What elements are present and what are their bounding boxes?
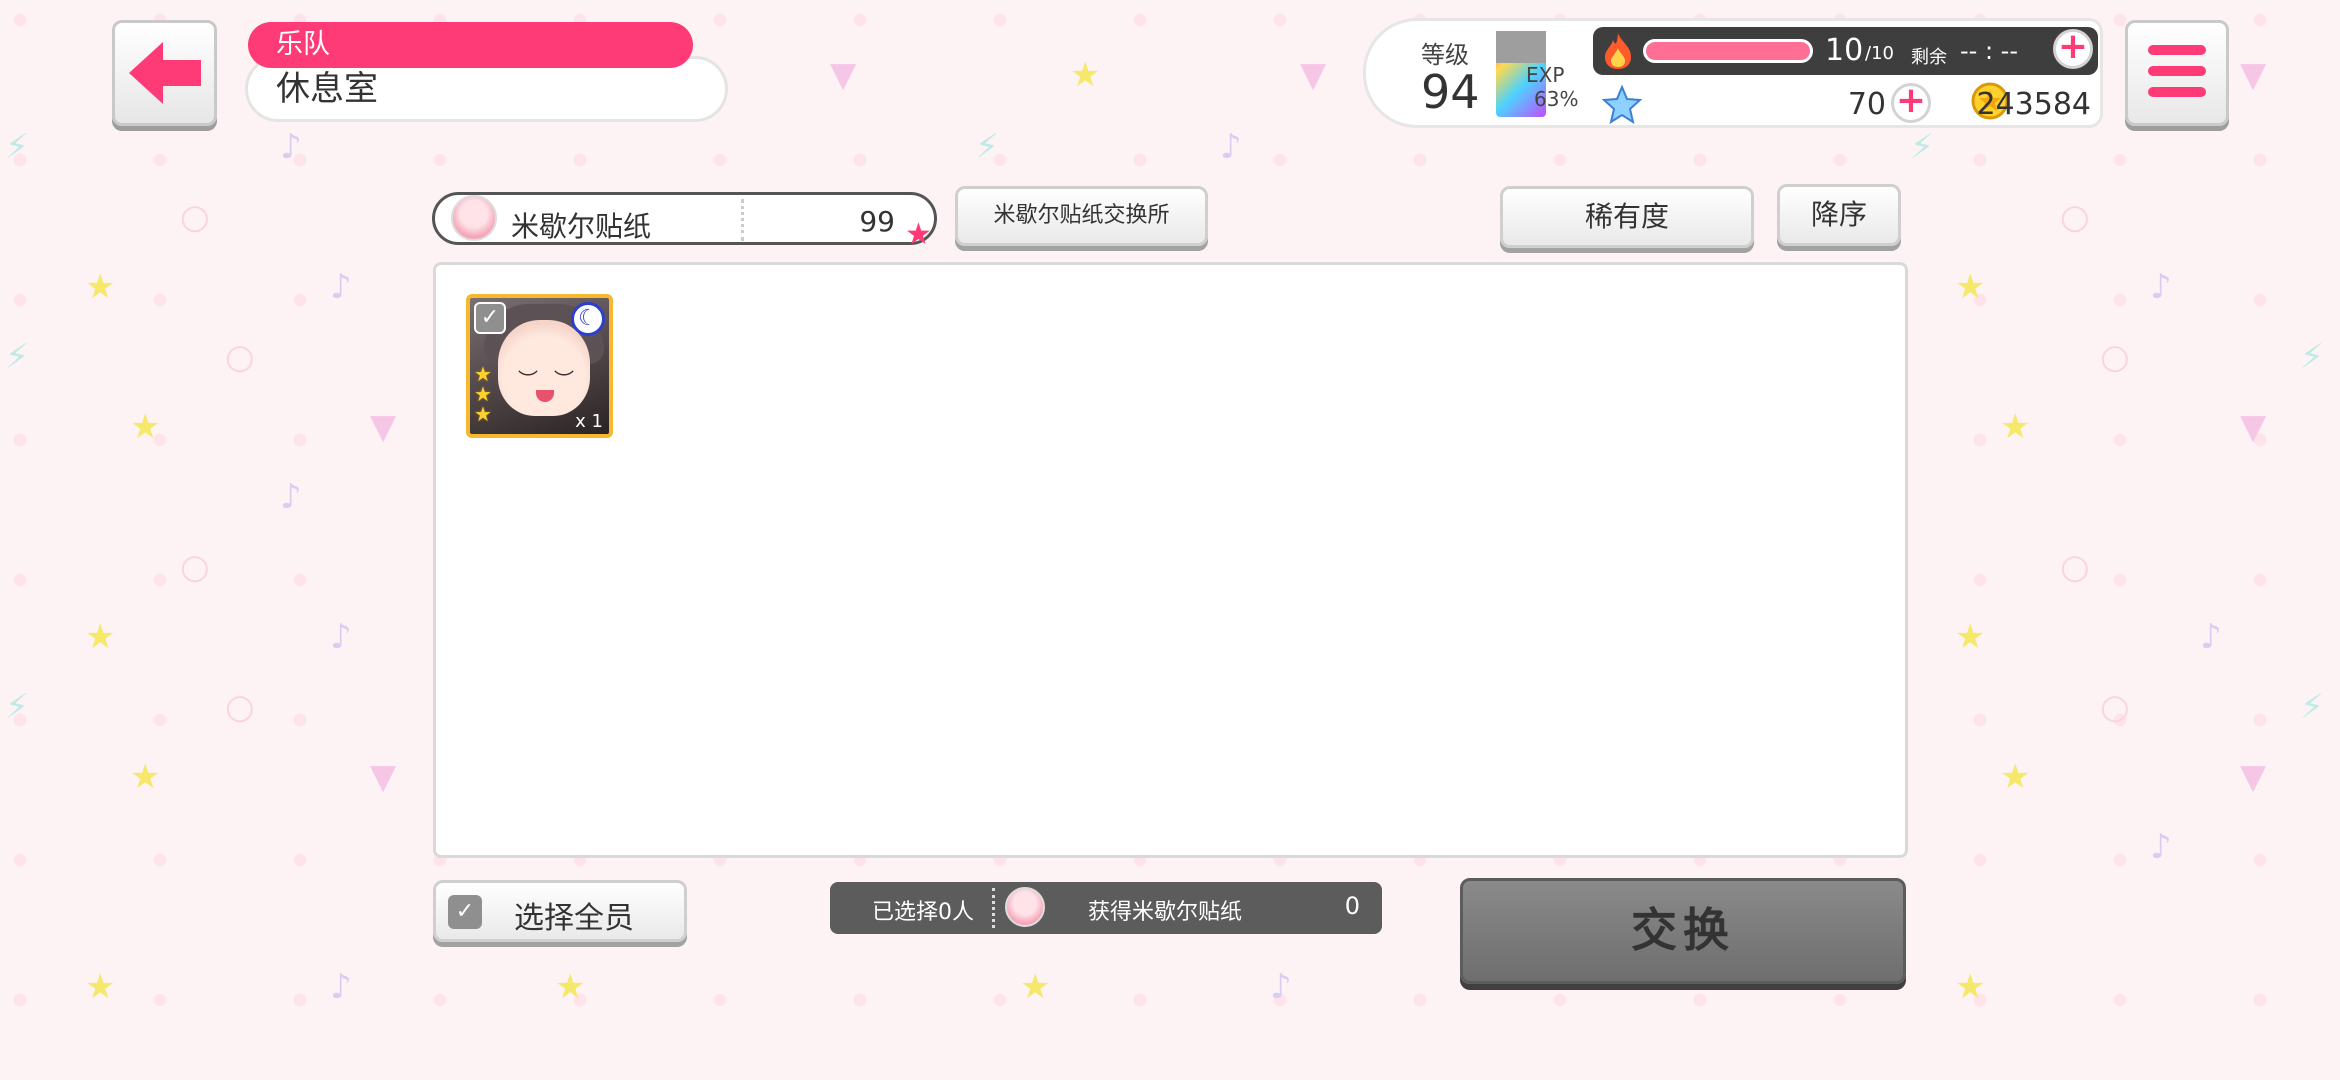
selection-summary: 已选择0人 获得米歇尔贴纸 0	[830, 882, 1382, 934]
bolt-decoration: ⚡	[975, 127, 999, 167]
ring-decoration: ○	[2100, 337, 2130, 377]
star-decoration: ★	[85, 267, 116, 307]
triangle-decoration: ▼	[370, 757, 397, 797]
star-decoration: ★	[85, 967, 116, 1007]
menu-button[interactable]	[2125, 20, 2229, 126]
star-icon: ★	[905, 217, 932, 252]
ring-decoration: ○	[180, 547, 210, 587]
stamina-max: /10	[1865, 43, 1894, 64]
rarity-stars: ★ ★ ★	[474, 362, 492, 426]
star-decoration: ★	[130, 407, 161, 447]
star-decoration: ★	[1955, 267, 1986, 307]
stamina-bar	[1643, 39, 1813, 63]
card-quantity: x 1	[575, 411, 603, 432]
sort-rarity-button[interactable]: 稀有度	[1500, 186, 1754, 248]
player-status-panel: 等级 94 EXP 63% 10 /10 剩余 -- : -- + 70 + 2…	[1363, 18, 2103, 128]
section-label: 乐队	[248, 22, 693, 68]
back-arrow-icon	[128, 42, 201, 104]
member-list-panel: ︶︶ ✓ ☾ ★ ★ ★ x 1	[433, 262, 1908, 858]
note-decoration: ♪	[280, 127, 302, 167]
star-decoration: ★	[2000, 757, 2031, 797]
sticker-count: 99	[859, 205, 895, 238]
note-decoration: ♪	[330, 967, 352, 1007]
sticker-counter: 米歇尔贴纸 99 ★	[432, 192, 937, 252]
ring-decoration: ○	[2060, 547, 2090, 587]
ring-decoration: ○	[2100, 687, 2130, 727]
member-card[interactable]: ︶︶ ✓ ☾ ★ ★ ★ x 1	[466, 294, 613, 438]
star-gem-icon	[1602, 85, 1642, 125]
triangle-decoration: ▼	[2240, 407, 2267, 447]
note-decoration: ♪	[2150, 827, 2172, 867]
stamina-bar-container: 10 /10 剩余 -- : -- +	[1593, 27, 2098, 75]
note-decoration: ♪	[1220, 127, 1242, 167]
note-decoration: ♪	[2200, 617, 2222, 657]
bolt-decoration: ⚡	[2300, 337, 2324, 377]
select-all-button[interactable]: ✓ 选择全员	[433, 880, 687, 942]
bolt-decoration: ⚡	[5, 337, 29, 377]
ring-decoration: ○	[225, 687, 255, 727]
ring-decoration: ○	[180, 197, 210, 237]
bolt-decoration: ⚡	[2300, 687, 2324, 727]
coin-count: 243584	[1976, 87, 2091, 122]
select-all-label: 选择全员	[514, 901, 634, 936]
exp-percent: 63%	[1534, 87, 1579, 111]
note-decoration: ♪	[280, 477, 302, 517]
ring-decoration: ○	[225, 337, 255, 377]
get-sticker-label: 获得米歇尔贴纸	[1088, 900, 1243, 925]
exchange-button[interactable]: 交换	[1460, 878, 1906, 984]
remain-time: -- : --	[1960, 37, 2018, 65]
star-decoration: ★	[85, 617, 116, 657]
sticker-exchange-shop-button[interactable]: 米歇尔贴纸交换所	[955, 186, 1208, 246]
page-title-area: 休息室 乐队	[245, 22, 728, 125]
ring-decoration: ○	[2060, 197, 2090, 237]
selected-count: 已选择0人	[872, 900, 974, 925]
stamina-value: 10	[1825, 33, 1864, 68]
bolt-decoration: ⚡	[5, 127, 29, 167]
exp-label: EXP	[1526, 63, 1565, 87]
triangle-decoration: ▼	[2240, 55, 2267, 95]
star-decoration: ★	[2000, 407, 2031, 447]
add-gems-button[interactable]: +	[1891, 83, 1931, 123]
triangle-decoration: ▼	[2240, 757, 2267, 797]
note-decoration: ♪	[330, 617, 352, 657]
note-decoration: ♪	[2150, 267, 2172, 307]
triangle-decoration: ▼	[830, 55, 857, 95]
fire-icon	[1605, 33, 1631, 69]
bolt-decoration: ⚡	[1910, 127, 1934, 167]
sort-order-button[interactable]: 降序	[1777, 184, 1901, 246]
divider	[992, 888, 995, 928]
note-decoration: ♪	[1270, 967, 1292, 1007]
star-gems-count: 70	[1847, 87, 1886, 122]
star-decoration: ★	[1070, 55, 1101, 95]
note-decoration: ♪	[330, 267, 352, 307]
divider	[741, 199, 744, 241]
get-sticker-count: 0	[1344, 892, 1360, 920]
checkbox-icon: ✓	[448, 895, 482, 929]
star-decoration: ★	[1020, 967, 1051, 1007]
level-value: 94	[1421, 65, 1480, 119]
michelle-sticker-icon	[1005, 887, 1045, 927]
bolt-decoration: ⚡	[5, 687, 29, 727]
sticker-name: 米歇尔贴纸	[511, 210, 652, 243]
checkbox-icon[interactable]: ✓	[474, 302, 506, 334]
add-stamina-button[interactable]: +	[2053, 29, 2093, 69]
star-decoration: ★	[1955, 967, 1986, 1007]
moon-attribute-icon: ☾	[571, 302, 605, 336]
triangle-decoration: ▼	[1300, 55, 1327, 95]
star-decoration: ★	[130, 757, 161, 797]
star-decoration: ★	[1955, 617, 1986, 657]
michelle-sticker-icon	[451, 195, 497, 241]
triangle-decoration: ▼	[370, 407, 397, 447]
star-decoration: ★	[555, 967, 586, 1007]
menu-icon	[2148, 45, 2206, 55]
remain-label: 剩余	[1911, 47, 1947, 68]
back-button[interactable]	[112, 20, 217, 126]
